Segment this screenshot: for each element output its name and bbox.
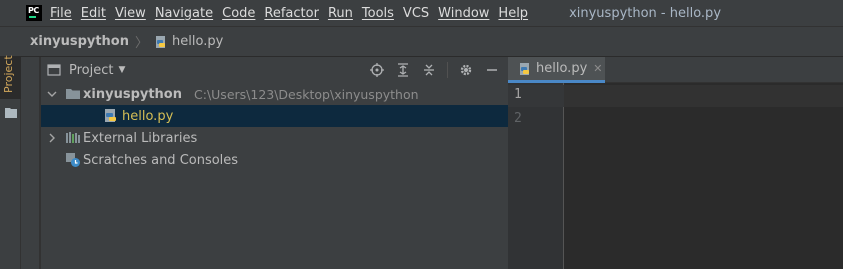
menu-refactor[interactable]: Refactor — [264, 6, 319, 21]
line-number: 1 — [514, 87, 522, 102]
python-file-icon — [518, 62, 532, 76]
menu-edit[interactable]: Edit — [81, 6, 106, 21]
project-tool-label[interactable]: Project — [2, 55, 15, 93]
project-panel-header: Project ▼ — [41, 57, 508, 83]
tree-row-external-libraries[interactable]: External Libraries — [41, 127, 508, 149]
tree-project-path: C:\Users\123\Desktop\xinyuspython — [194, 86, 419, 102]
folder-icon — [65, 86, 81, 102]
libraries-icon — [65, 130, 81, 146]
project-panel: Project ▼ xinyuspython C:\Users\123\Desk… — [21, 57, 508, 269]
logo-bar — [29, 16, 36, 18]
tree-scratches: Scratches and Consoles — [83, 152, 239, 168]
toolbar-divider — [447, 62, 448, 78]
logo-text: PC — [28, 6, 39, 15]
tab-hello-py[interactable]: hello.py ✕ — [508, 57, 605, 83]
project-view-icon — [47, 63, 61, 77]
current-line-highlight[interactable] — [564, 85, 843, 107]
tool-window-stripe: Project — [0, 55, 21, 269]
tree-row-hello-py[interactable]: hello.py — [41, 105, 508, 127]
panel-divider — [39, 57, 41, 269]
breadcrumb-separator: 〉 — [135, 36, 149, 51]
menu-view[interactable]: View — [115, 6, 146, 21]
tree-project-name: xinyuspython — [83, 86, 182, 102]
locate-icon[interactable] — [369, 62, 385, 78]
project-panel-title[interactable]: Project — [69, 63, 113, 78]
menu-items: File Edit View Navigate Code Refactor Ru… — [50, 6, 537, 21]
menu-bar: PC File Edit View Navigate Code Refactor… — [0, 0, 843, 26]
chevron-down-icon[interactable]: ▼ — [118, 65, 125, 75]
tree-row-scratches[interactable]: Scratches and Consoles — [41, 149, 508, 171]
close-icon[interactable]: ✕ — [593, 62, 602, 75]
menu-run[interactable]: Run — [328, 6, 353, 21]
tree-file-name: hello.py — [122, 108, 174, 124]
project-tree: xinyuspython C:\Users\123\Desktop\xinyus… — [41, 83, 508, 171]
tab-label: hello.py — [536, 61, 588, 76]
line-number: 2 — [514, 111, 522, 126]
breadcrumb-project[interactable]: xinyuspython — [30, 34, 129, 49]
editor-tab-bar: hello.py ✕ — [508, 57, 843, 83]
menu-help[interactable]: Help — [498, 6, 528, 21]
expand-all-icon[interactable] — [395, 62, 411, 78]
menu-code[interactable]: Code — [222, 6, 255, 21]
tree-row-project-root[interactable]: xinyuspython C:\Users\123\Desktop\xinyus… — [41, 83, 508, 105]
menu-navigate[interactable]: Navigate — [155, 6, 213, 21]
breadcrumb: xinyuspython 〉 hello.py — [0, 26, 843, 56]
folder-icon[interactable] — [5, 107, 17, 122]
window-title: xinyuspython - hello.py — [569, 5, 722, 21]
menu-vcs[interactable]: VCS — [403, 6, 429, 21]
python-file-icon — [154, 35, 168, 49]
python-file-icon — [103, 108, 119, 124]
pycharm-logo-icon: PC — [26, 5, 42, 21]
breadcrumb-file[interactable]: hello.py — [172, 34, 223, 49]
menu-window[interactable]: Window — [438, 6, 489, 21]
gear-icon[interactable] — [458, 62, 474, 78]
collapse-all-icon[interactable] — [421, 62, 437, 78]
chevron-right-icon[interactable] — [46, 132, 58, 144]
minimize-icon[interactable] — [484, 62, 500, 78]
chevron-down-icon[interactable] — [46, 88, 58, 100]
project-panel-toolbar — [359, 57, 500, 83]
editor-area: hello.py ✕ 1 2 — [508, 57, 843, 269]
scratches-icon — [65, 152, 81, 168]
menu-tools[interactable]: Tools — [362, 6, 394, 21]
menu-file[interactable]: File — [50, 6, 72, 21]
tree-external-libraries: External Libraries — [83, 130, 198, 146]
